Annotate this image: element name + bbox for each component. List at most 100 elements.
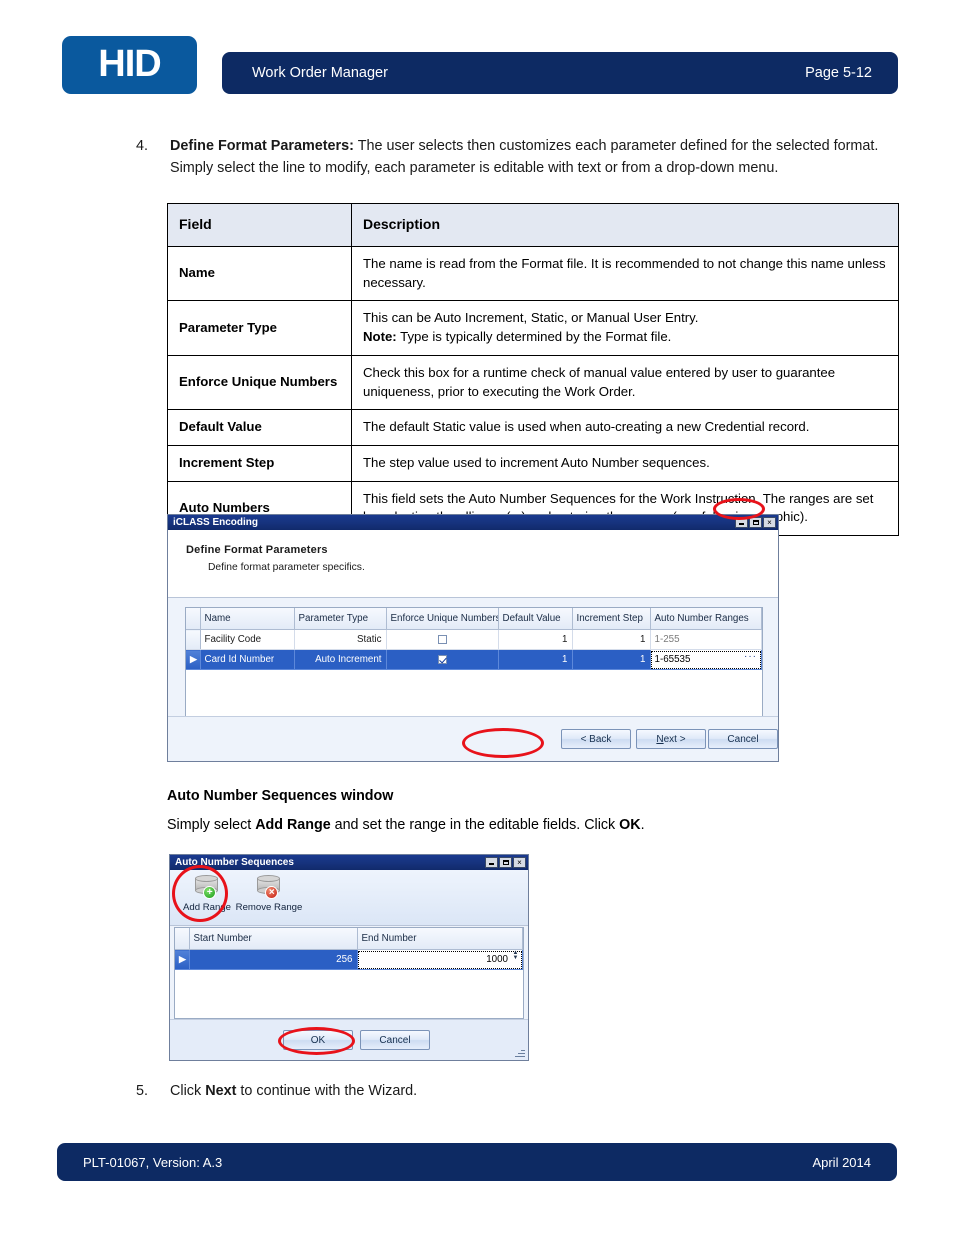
- cancel-button[interactable]: Cancel: [360, 1030, 430, 1050]
- caption-heading: Auto Number Sequences window: [167, 788, 394, 804]
- field-description-cell: The name is read from the Format file. I…: [351, 245, 899, 302]
- cell-auto-number-ranges[interactable]: 1-255: [650, 629, 762, 650]
- cell-increment-step[interactable]: 1: [572, 629, 651, 650]
- ans-window-controls: ×: [485, 857, 526, 868]
- grid-col-increment-step[interactable]: Increment Step: [572, 608, 651, 630]
- grid-col-end-number[interactable]: End Number: [357, 928, 523, 950]
- back-button[interactable]: < Back: [561, 729, 631, 749]
- next-button[interactable]: Next >: [636, 729, 706, 749]
- ans-toolbar: + Add Range × Remove Range: [170, 870, 528, 926]
- field-description-cell: The default Static value is used when au…: [351, 409, 899, 447]
- table-header-row: Field Description: [167, 203, 899, 247]
- grid-header-row: Start Number End Number: [175, 928, 523, 950]
- close-icon[interactable]: ×: [763, 517, 776, 528]
- caption-post: .: [640, 817, 645, 833]
- ellipsis-button[interactable]: ···: [744, 652, 757, 662]
- row-selector[interactable]: ▶: [186, 649, 201, 670]
- header-title: Work Order Manager: [252, 65, 388, 81]
- iclass-header-panel: Define Format Parameters Define format p…: [168, 530, 778, 598]
- field-description-cell: The step value used to increment Auto Nu…: [351, 445, 899, 482]
- table-row[interactable]: ▶ 256 1000 ▲ ▼: [175, 949, 523, 970]
- description-note-label: Note:: [363, 329, 397, 345]
- parameter-grid-table: Name Parameter Type Enforce Unique Numbe…: [186, 608, 762, 670]
- table-row: Increment Step The step value used to in…: [167, 445, 899, 482]
- auto-number-sequences-dialog: Auto Number Sequences × + Add Range × Re…: [169, 854, 529, 1061]
- auto-number-ranges-value: 1-65535: [654, 654, 691, 665]
- step-4-lead: Define Format Parameters:: [170, 138, 354, 154]
- step-5-lead: Next: [205, 1083, 237, 1099]
- table-row[interactable]: ▶ Card Id Number Auto Increment 1 1 1-65…: [186, 649, 762, 670]
- grid-col-default-value[interactable]: Default Value: [498, 608, 573, 630]
- range-grid-table: Start Number End Number ▶ 256 1000 ▲ ▼: [175, 928, 523, 970]
- cell-default-value[interactable]: 1: [498, 649, 573, 670]
- iclass-titlebar[interactable]: iCLASS Encoding ×: [168, 515, 778, 530]
- step-5-pre: Click: [170, 1083, 206, 1099]
- step-5: 5. Click Next to continue with the Wizar…: [136, 1081, 894, 1103]
- hid-logo-text: HID: [98, 43, 161, 85]
- page-header: HID Work Order Manager Page 5-12: [0, 0, 954, 110]
- row-selector[interactable]: ▶: [175, 949, 190, 970]
- cell-enforce-unique[interactable]: [386, 649, 499, 670]
- grid-col-enforce-unique-numbers[interactable]: Enforce Unique Numbers: [386, 608, 499, 630]
- header-page-number: Page 5-12: [805, 65, 872, 81]
- cell-start-number[interactable]: 256: [189, 949, 358, 970]
- header-bar: Work Order Manager Page 5-12: [222, 52, 898, 94]
- cell-enforce-unique[interactable]: [386, 629, 499, 650]
- plus-badge-icon: +: [203, 886, 216, 899]
- table-row: Default Value The default Static value i…: [167, 409, 899, 447]
- close-icon[interactable]: ×: [513, 857, 526, 868]
- grid-row-selector-header: [175, 928, 190, 950]
- minimize-icon[interactable]: [485, 857, 498, 868]
- caption-pre: Simply select: [167, 817, 256, 833]
- enforce-unique-checkbox[interactable]: [437, 634, 447, 644]
- grid-col-parameter-type[interactable]: Parameter Type: [294, 608, 387, 630]
- add-range-button[interactable]: + Add Range: [176, 874, 238, 913]
- remove-range-button[interactable]: × Remove Range: [235, 874, 303, 913]
- caption-subtext: Simply select Add Range and set the rang…: [167, 817, 645, 833]
- table-row: Name The name is read from the Format fi…: [167, 245, 899, 302]
- row-selector[interactable]: [186, 629, 201, 650]
- database-add-icon: +: [193, 874, 221, 900]
- maximize-icon[interactable]: [749, 517, 762, 528]
- step-4-number: 4.: [136, 138, 149, 154]
- minimize-icon[interactable]: [735, 517, 748, 528]
- field-name-cell: Parameter Type: [167, 300, 352, 356]
- iclass-window-controls: ×: [735, 517, 776, 528]
- iclass-parameter-grid[interactable]: Name Parameter Type Enforce Unique Numbe…: [185, 607, 763, 719]
- cell-parameter-type[interactable]: Static: [294, 629, 387, 650]
- cell-parameter-type[interactable]: Auto Increment: [294, 649, 387, 670]
- table-row[interactable]: Facility Code Static 1 1 1-255: [186, 629, 762, 650]
- ans-title: Auto Number Sequences: [175, 857, 294, 868]
- footer-document-id: PLT-01067, Version: A.3: [83, 1154, 223, 1170]
- step-5-number: 5.: [136, 1083, 149, 1099]
- step-5-body: to continue with the Wizard.: [236, 1083, 418, 1099]
- description-line-1: This can be Auto Increment, Static, or M…: [363, 310, 699, 326]
- cell-name[interactable]: Facility Code: [200, 629, 295, 650]
- cell-increment-step[interactable]: 1: [572, 649, 651, 670]
- cancel-button[interactable]: Cancel: [708, 729, 778, 749]
- field-name-cell: Name: [167, 245, 352, 302]
- grid-col-name[interactable]: Name: [200, 608, 295, 630]
- spinner-icon[interactable]: ▲ ▼: [512, 950, 519, 962]
- step-5-text: Click Next to continue with the Wizard.: [170, 1081, 894, 1103]
- caption-mid: and set the range in the editable fields…: [330, 817, 620, 833]
- field-name-cell: Default Value: [167, 409, 352, 447]
- cell-name[interactable]: Card Id Number: [200, 649, 295, 670]
- grid-col-auto-number-ranges[interactable]: Auto Number Ranges: [650, 608, 762, 630]
- grid-col-start-number[interactable]: Start Number: [189, 928, 358, 950]
- description-note: Type is typically determined by the Form…: [396, 329, 672, 345]
- table-row: Parameter Type This can be Auto Incremen…: [167, 300, 899, 356]
- ans-range-grid[interactable]: Start Number End Number ▶ 256 1000 ▲ ▼: [174, 927, 524, 1019]
- resize-grip[interactable]: [514, 1047, 525, 1058]
- cell-end-number-editing[interactable]: 1000 ▲ ▼: [357, 949, 523, 970]
- field-description-cell: Check this box for a runtime check of ma…: [351, 354, 899, 411]
- enforce-unique-checkbox[interactable]: [437, 654, 447, 664]
- ans-titlebar[interactable]: Auto Number Sequences ×: [170, 855, 528, 870]
- grid-row-selector-header: [186, 608, 201, 630]
- step-4: 4. Define Format Parameters: The user se…: [136, 136, 894, 180]
- cell-default-value[interactable]: 1: [498, 629, 573, 650]
- remove-range-label: Remove Range: [235, 902, 303, 913]
- cell-auto-number-ranges-editing[interactable]: 1-65535 ···: [650, 649, 762, 670]
- ok-button[interactable]: OK: [283, 1030, 353, 1050]
- maximize-icon[interactable]: [499, 857, 512, 868]
